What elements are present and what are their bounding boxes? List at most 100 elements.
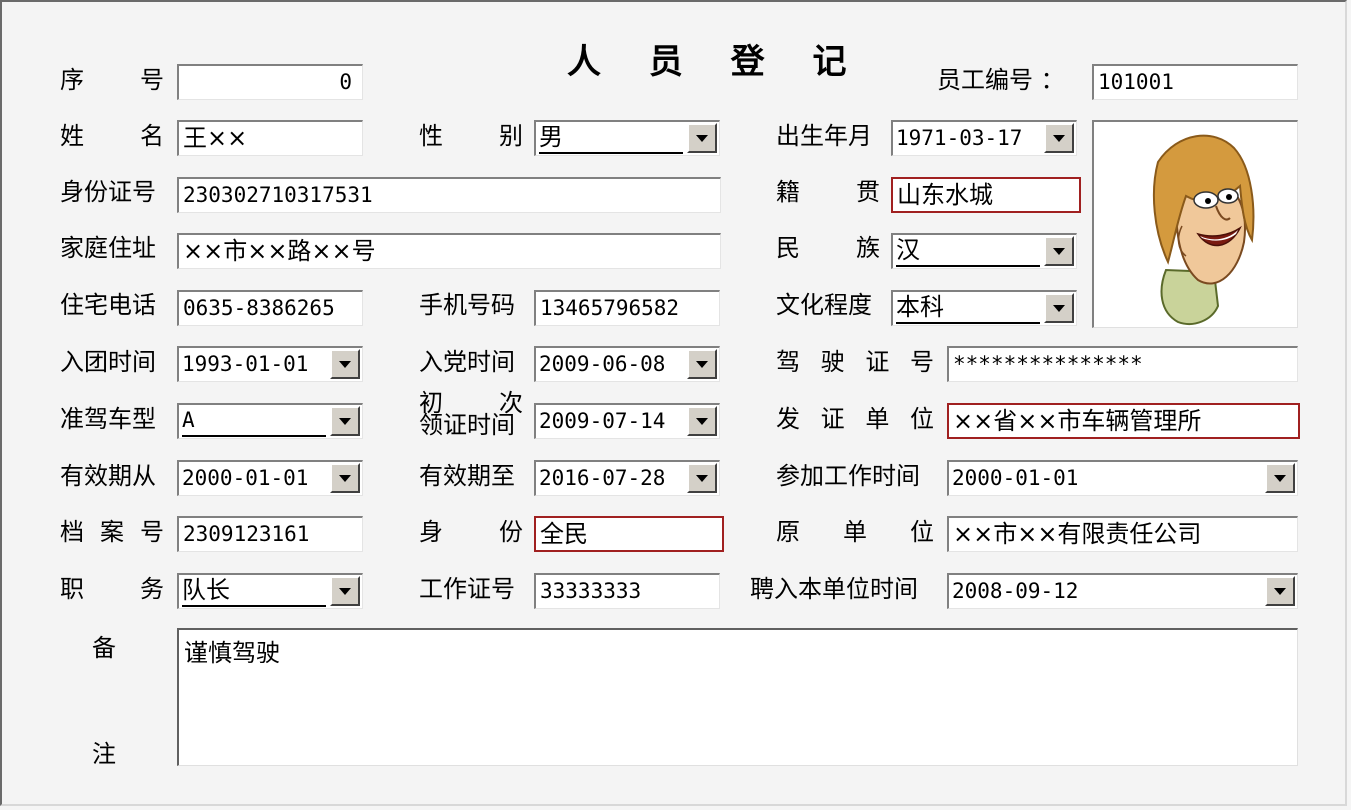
duty-value: 队长 [182,575,326,607]
valid-to-value: 2016-07-28 [539,466,666,490]
photo-box[interactable] [1092,120,1298,328]
name-field[interactable]: 王×× [177,120,363,156]
valid-from-dropdown-button[interactable] [330,463,360,493]
valid-to-picker[interactable]: 2016-07-28 [534,460,720,496]
seq-field[interactable]: 0 [177,64,363,100]
birth-value: 1971-03-17 [896,126,1023,150]
chevron-down-icon [1053,247,1065,255]
chevron-down-icon [339,360,351,368]
license-no-label: 驾驶证号 [776,348,934,376]
ethnic-value: 汉 [896,235,1040,267]
party-date-label: 入党时间 [419,348,515,376]
emp-no-field[interactable]: 101001 [1092,64,1298,100]
hire-date-dropdown-button[interactable] [1265,576,1295,606]
gender-label: 性别 [419,122,523,150]
remark-textarea[interactable]: 谨慎驾驶 [177,628,1298,766]
mobile-label: 手机号码 [419,291,515,319]
native-place-field[interactable]: 山东水城 [891,177,1081,213]
league-date-picker[interactable]: 1993-01-01 [177,346,363,382]
valid-from-picker[interactable]: 2000-01-01 [177,460,363,496]
archive-field[interactable]: 2309123161 [177,516,363,552]
identity-field[interactable]: 全民 [534,516,724,552]
duty-select[interactable]: 队长 [177,573,363,609]
cartoon-portrait-image [1152,134,1255,325]
first-license-date-picker[interactable]: 2009-07-14 [534,403,720,439]
native-label: 籍贯 [776,178,880,206]
ethnic-label: 民族 [776,234,880,262]
id-card-label: 身份证号 [60,178,156,206]
chevron-down-icon [696,360,708,368]
party-date-picker[interactable]: 2009-06-08 [534,346,720,382]
chevron-down-icon [339,587,351,595]
gender-select[interactable]: 男 [534,120,720,156]
duty-dropdown-button[interactable] [330,576,360,606]
issuer-field[interactable]: ××省××市车辆管理所 [947,403,1300,439]
chevron-down-icon [1053,304,1065,312]
ethnic-dropdown-button[interactable] [1044,236,1074,266]
page-title: 人 员 登 记 [567,42,865,82]
remark-label-top: 备 [92,634,116,662]
chevron-down-icon [696,474,708,482]
archive-label: 档案号 [60,518,164,546]
id-card-field[interactable]: 230302710317531 [177,177,721,213]
work-start-value: 2000-01-01 [952,466,1079,490]
valid-from-label: 有效期从 [60,462,156,490]
ethnic-select[interactable]: 汉 [891,233,1077,269]
issuer-label: 发证单位 [776,405,934,433]
hire-date-label: 聘入本单位时间 [750,575,918,603]
emp-no-label: 员工编号 ： [937,66,1065,94]
league-date-label: 入团时间 [60,348,156,376]
league-date-dropdown-button[interactable] [330,349,360,379]
chevron-down-icon [1274,474,1286,482]
education-select[interactable]: 本科 [891,290,1077,326]
mobile-field[interactable]: 13465796582 [534,290,720,326]
league-date-value: 1993-01-01 [182,352,309,376]
duty-label: 职务 [60,575,164,603]
hire-date-value: 2008-09-12 [952,579,1079,603]
hire-date-picker[interactable]: 2008-09-12 [947,573,1298,609]
chevron-down-icon [696,417,708,425]
birth-dropdown-button[interactable] [1044,123,1074,153]
vehicle-type-value: A [182,405,326,437]
education-label: 文化程度 [776,291,872,319]
chevron-down-icon [339,474,351,482]
seq-label: 序号 [60,66,164,94]
party-date-dropdown-button[interactable] [687,349,717,379]
chevron-down-icon [696,134,708,142]
work-start-label: 参加工作时间 [776,462,920,490]
birth-picker[interactable]: 1971-03-17 [891,120,1077,156]
remark-label-bottom: 注 [92,740,116,768]
identity-label: 身份 [419,518,523,546]
address-label: 家庭住址 [60,234,156,262]
address-field[interactable]: ××市××路××号 [177,233,721,269]
valid-to-dropdown-button[interactable] [687,463,717,493]
education-value: 本科 [896,292,1040,324]
chevron-down-icon [1053,134,1065,142]
former-unit-field[interactable]: ××市××有限责任公司 [947,516,1298,552]
license-no-field[interactable]: *************** [947,346,1298,382]
education-dropdown-button[interactable] [1044,293,1074,323]
work-card-field[interactable]: 33333333 [534,573,720,609]
valid-to-label: 有效期至 [419,462,515,490]
work-card-label: 工作证号 [419,575,515,603]
former-unit-label: 原单位 [776,518,934,546]
work-start-picker[interactable]: 2000-01-01 [947,460,1298,496]
work-start-dropdown-button[interactable] [1265,463,1295,493]
party-date-value: 2009-06-08 [539,352,666,376]
chevron-down-icon [339,417,351,425]
name-label: 姓名 [60,122,164,150]
first-license-label: 初次 领证时间 [419,389,523,439]
gender-value: 男 [539,122,683,154]
birth-label: 出生年月 [776,122,872,150]
person-registration-form: 人 员 登 记 序号 0 员工编号 ： 101001 姓名 王×× 性别 男 出… [0,0,1347,806]
home-phone-field[interactable]: 0635-8386265 [177,290,363,326]
vehicle-type-dropdown-button[interactable] [330,406,360,436]
vehicle-type-label: 准驾车型 [60,405,156,433]
valid-from-value: 2000-01-01 [182,466,309,490]
chevron-down-icon [1274,587,1286,595]
first-license-value: 2009-07-14 [539,409,666,433]
gender-dropdown-button[interactable] [687,123,717,153]
home-phone-label: 住宅电话 [60,291,156,319]
first-license-dropdown-button[interactable] [687,406,717,436]
vehicle-type-select[interactable]: A [177,403,363,439]
